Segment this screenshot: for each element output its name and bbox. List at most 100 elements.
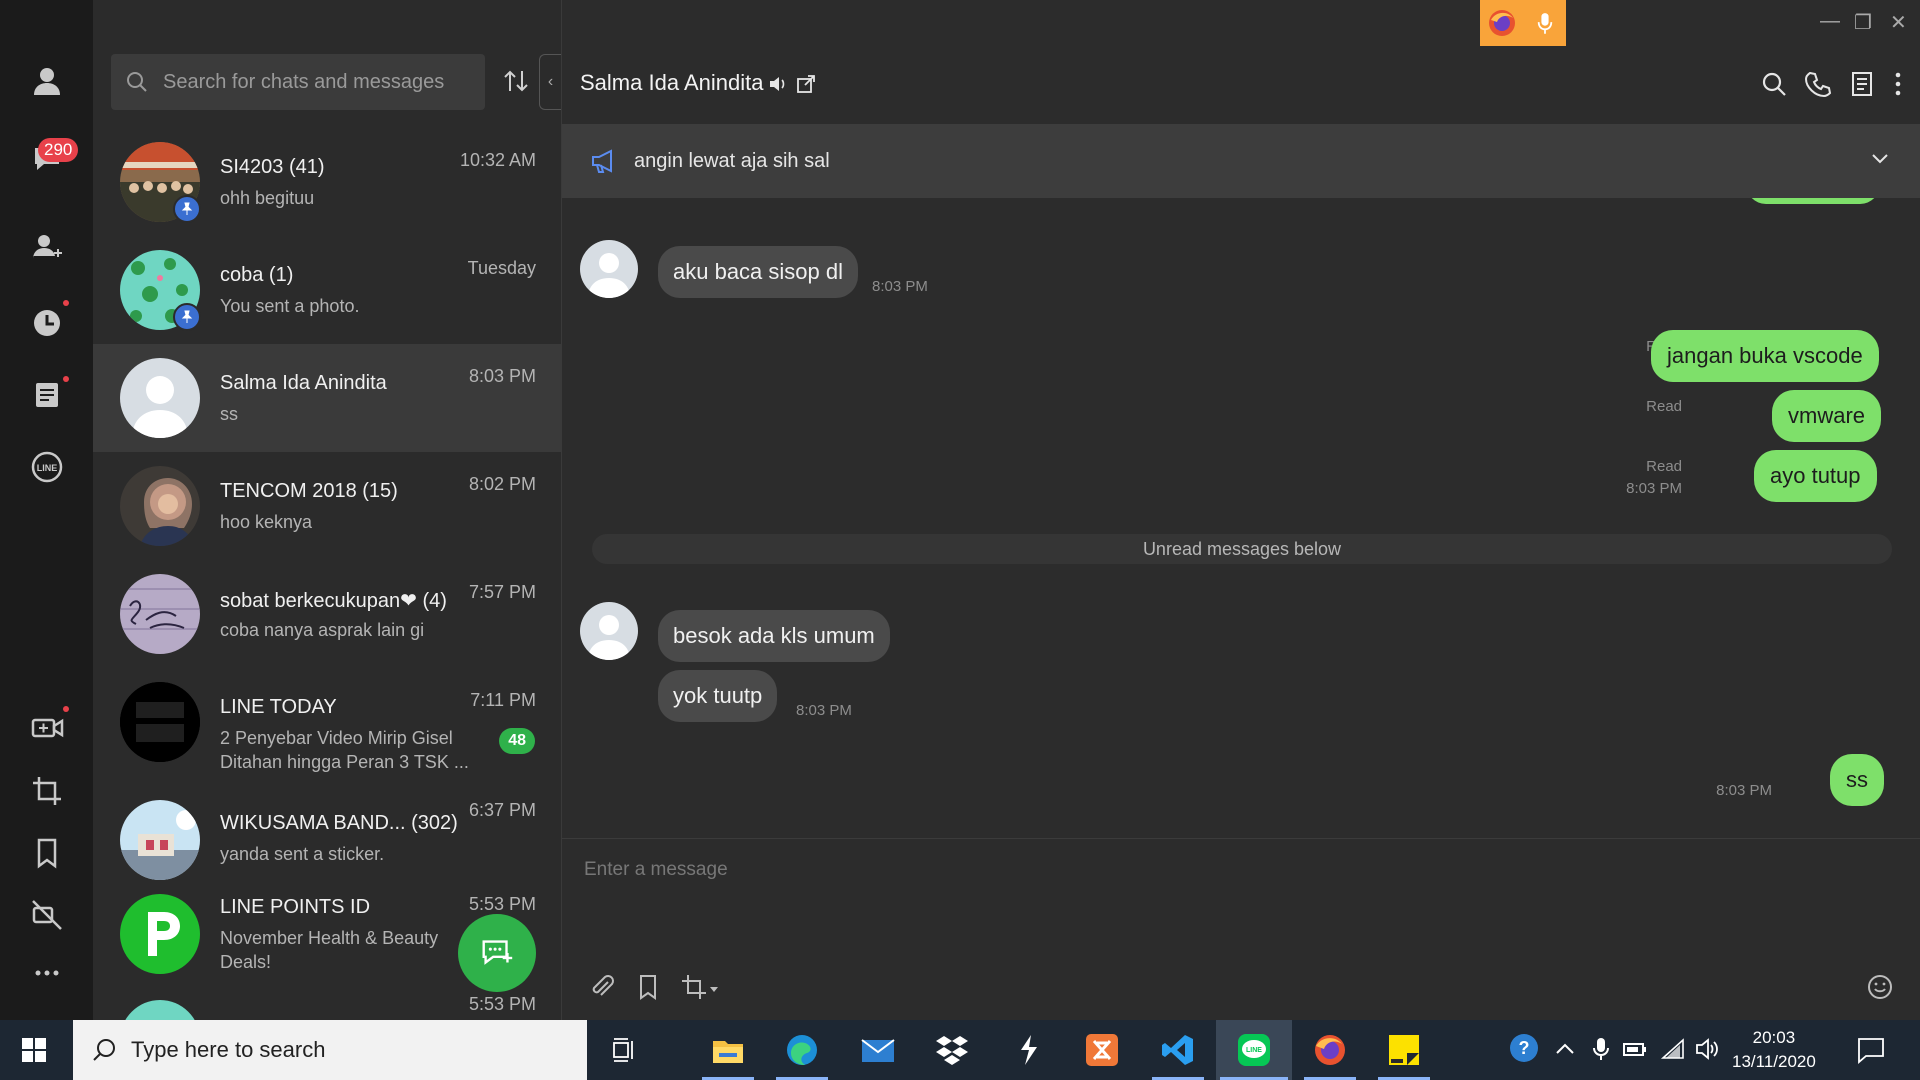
chat-time: 5:53 PM bbox=[468, 994, 536, 1014]
chat-name: sobat berkecukupan❤ (4) bbox=[220, 590, 447, 612]
outgoing-message[interactable]: ayo tutup bbox=[1754, 450, 1877, 502]
chat-time: Tuesday bbox=[467, 258, 536, 278]
screenshot-icon[interactable] bbox=[680, 973, 708, 1001]
chat-time: 6:37 PM bbox=[468, 800, 536, 820]
pinned-icon bbox=[173, 303, 201, 331]
chat-row-sobat[interactable]: sobat berkecukupan❤ (4) coba nanya aspra… bbox=[93, 560, 561, 668]
chat-row-salma[interactable]: Salma Ida Anindita ss 8:03 PM bbox=[93, 344, 561, 452]
search-icon[interactable] bbox=[1760, 70, 1788, 98]
battery-icon[interactable] bbox=[1622, 1036, 1648, 1062]
close-button[interactable]: ✕ bbox=[1890, 10, 1907, 35]
sticky-notes-icon[interactable] bbox=[1366, 1020, 1442, 1080]
more-options-icon[interactable] bbox=[1884, 70, 1912, 98]
chat-name: LINE POINTS ID bbox=[220, 896, 371, 918]
file-explorer-icon[interactable] bbox=[690, 1020, 766, 1080]
minimize-button[interactable]: — bbox=[1820, 10, 1840, 33]
chat-row-line-today[interactable]: LINE TODAY 2 Penyebar Video Mirip Gisel … bbox=[93, 668, 561, 776]
pinned-icon bbox=[173, 195, 201, 223]
system-clock[interactable]: 20:03 13/11/2020 bbox=[1732, 1026, 1816, 1074]
chat-name: Salma Ida Anindita bbox=[220, 372, 387, 394]
keep-icon[interactable] bbox=[22, 828, 72, 878]
edge-browser-icon[interactable] bbox=[764, 1020, 840, 1080]
chevron-up-icon[interactable] bbox=[1552, 1036, 1578, 1062]
emoji-icon[interactable] bbox=[1866, 973, 1894, 1001]
chat-time: 7:57 PM bbox=[468, 582, 536, 602]
chat-row-coba[interactable]: coba (1) You sent a photo. Tuesday bbox=[93, 236, 561, 344]
search-icon bbox=[127, 72, 147, 92]
volume-icon[interactable] bbox=[1694, 1036, 1720, 1062]
clock-time: 20:03 bbox=[1752, 1028, 1796, 1047]
announcement-bar[interactable]: angin lewat aja sih sal bbox=[562, 124, 1920, 198]
keep-icon[interactable] bbox=[634, 973, 662, 1001]
line-app-icon[interactable]: LINE bbox=[1216, 1020, 1292, 1080]
partial-avatar bbox=[120, 1000, 200, 1020]
video-notification-dot bbox=[63, 706, 69, 712]
popout-icon[interactable] bbox=[796, 74, 816, 94]
chat-preview: ss bbox=[220, 404, 238, 424]
add-friend-icon[interactable] bbox=[22, 222, 72, 272]
attach-icon[interactable] bbox=[588, 973, 616, 1001]
chevron-down-icon[interactable] bbox=[1870, 152, 1890, 166]
default-avatar bbox=[120, 358, 200, 438]
firefox-icon[interactable] bbox=[1292, 1020, 1368, 1080]
chat-row-partial[interactable]: 5:53 PM bbox=[93, 994, 561, 1020]
incoming-message[interactable]: besok ada kls umum bbox=[658, 610, 890, 662]
conversation-title: Salma Ida Anindita bbox=[580, 70, 764, 95]
outgoing-message[interactable]: vmware bbox=[1772, 390, 1882, 442]
collapse-list-button[interactable]: ‹ bbox=[539, 54, 561, 110]
firefox-icon bbox=[1480, 0, 1523, 46]
phone-icon[interactable] bbox=[1804, 70, 1832, 98]
help-icon[interactable]: ? bbox=[1508, 1032, 1540, 1064]
dropbox-icon[interactable] bbox=[914, 1020, 990, 1080]
mute-icon[interactable] bbox=[22, 890, 72, 940]
chat-row-si4203[interactable]: SI4203 (41) ohh begituu 10:32 AM bbox=[93, 128, 561, 236]
chat-name: LINE TODAY bbox=[220, 696, 337, 718]
wifi-icon[interactable] bbox=[1660, 1036, 1686, 1062]
chat-search-box[interactable]: Search for chats and messages bbox=[111, 54, 485, 110]
microphone-icon[interactable] bbox=[1588, 1036, 1614, 1062]
incoming-message[interactable]: yok tuutp bbox=[658, 670, 778, 722]
incoming-message[interactable]: aku baca sisop dl bbox=[658, 246, 858, 298]
megaphone-icon bbox=[592, 149, 612, 173]
chat-preview: 2 Penyebar Video Mirip Gisel Ditahan hin… bbox=[220, 728, 469, 772]
message-input-placeholder: Enter a message bbox=[584, 859, 728, 880]
new-chat-icon bbox=[482, 940, 513, 965]
chat-preview: hoo keknya bbox=[220, 512, 313, 532]
firefox-mic-indicator[interactable] bbox=[1480, 0, 1566, 46]
timeline-notification-dot bbox=[63, 300, 69, 306]
more-options-icon[interactable] bbox=[22, 948, 72, 998]
action-center-icon[interactable] bbox=[1856, 1035, 1886, 1065]
outgoing-message[interactable]: jangan buka vscode bbox=[1651, 330, 1879, 382]
handwritten-avatar bbox=[120, 574, 200, 654]
message-composer[interactable]: Enter a message bbox=[562, 838, 1920, 1020]
windows-start-icon[interactable] bbox=[20, 1036, 48, 1064]
sender-avatar bbox=[580, 602, 638, 660]
xampp-icon[interactable] bbox=[1064, 1020, 1140, 1080]
new-chat-button[interactable] bbox=[458, 914, 536, 992]
chat-preview: You sent a photo. bbox=[220, 296, 360, 316]
sort-icon[interactable] bbox=[501, 66, 531, 96]
mail-icon[interactable] bbox=[840, 1020, 916, 1080]
line-points-logo bbox=[120, 894, 200, 974]
message-time: 8:03 PM bbox=[796, 702, 852, 719]
chat-name: SI4203 (41) bbox=[220, 156, 325, 178]
task-view-icon[interactable] bbox=[586, 1020, 662, 1080]
chat-preview: coba nanya asprak lain gi bbox=[220, 620, 425, 640]
chat-row-wikusama[interactable]: WIKUSAMA BAND... (302) yanda sent a stic… bbox=[93, 776, 561, 894]
flux-app-icon[interactable] bbox=[990, 1020, 1066, 1080]
outgoing-message[interactable]: ss bbox=[1830, 754, 1884, 806]
screenshot-icon[interactable] bbox=[22, 766, 72, 816]
taskbar-search-box[interactable]: Type here to search bbox=[73, 1020, 587, 1080]
vscode-icon[interactable] bbox=[1140, 1020, 1216, 1080]
conversation-panel: — ❐ ✕ Salma Ida Anindita angin lewat aja… bbox=[562, 0, 1920, 1020]
speaker-icon[interactable] bbox=[768, 74, 788, 94]
notes-icon[interactable] bbox=[1848, 70, 1876, 98]
friends-icon[interactable] bbox=[22, 56, 72, 106]
chat-row-tencom[interactable]: TENCOM 2018 (15) hoo keknya 8:02 PM bbox=[93, 452, 561, 560]
read-receipt: Read bbox=[1646, 458, 1682, 475]
line-official-icon[interactable]: LINE bbox=[22, 442, 72, 492]
chat-preview: ohh begituu bbox=[220, 188, 315, 208]
dropdown-caret-icon[interactable] bbox=[710, 987, 718, 993]
restore-button[interactable]: ❐ bbox=[1854, 10, 1872, 35]
chat-time: 8:03 PM bbox=[468, 366, 536, 386]
